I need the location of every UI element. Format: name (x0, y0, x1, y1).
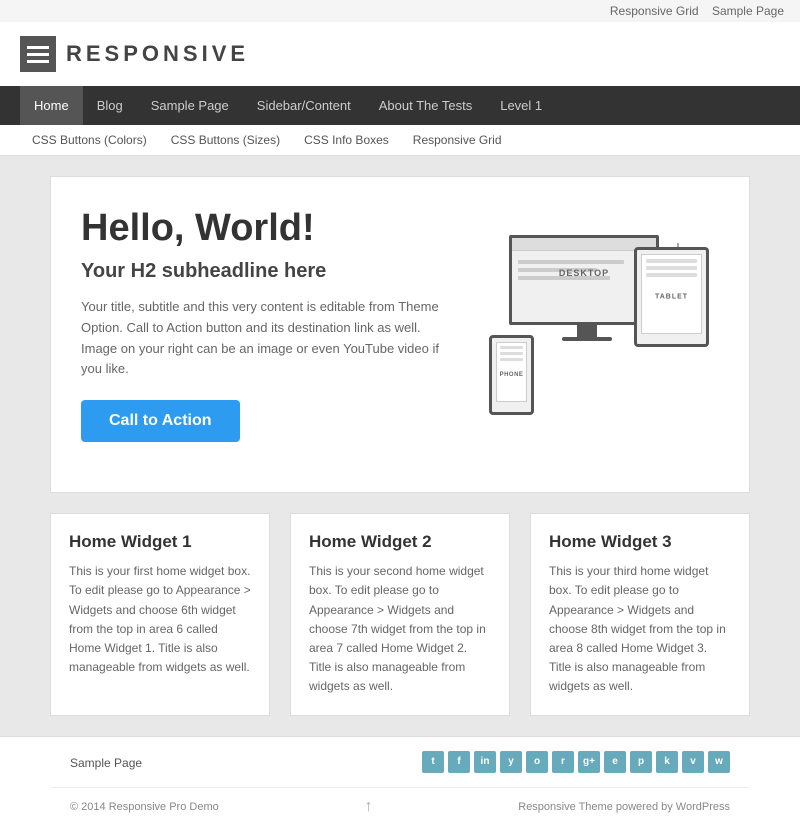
widget-1: Home Widget 1 This is your first home wi… (50, 513, 270, 715)
hero-headline: Hello, World! (81, 207, 459, 250)
widget-2-body: This is your second home widget box. To … (309, 562, 491, 696)
nav-item-home[interactable]: Home (20, 86, 83, 125)
widget-1-title: Home Widget 1 (69, 532, 251, 552)
site-logo: RESPONSIVE (20, 36, 249, 72)
main-content: Hello, World! Your H2 subheadline here Y… (50, 176, 750, 493)
nav-item-level1[interactable]: Level 1 (486, 86, 556, 125)
footer-bottom: © 2014 Responsive Pro Demo ↑ Responsive … (50, 787, 750, 826)
footer-top: Sample Page t f in y o r g+ e p k v w (50, 737, 750, 787)
social-icon-circle[interactable]: o (526, 751, 548, 773)
social-icon-twitter[interactable]: t (422, 751, 444, 773)
tablet-line-1 (646, 259, 697, 263)
logo-text: RESPONSIVE (66, 41, 249, 67)
social-icon-flickr[interactable]: k (656, 751, 678, 773)
sub-nav: CSS Buttons (Colors) CSS Buttons (Sizes)… (0, 125, 800, 156)
widgets-section: Home Widget 1 This is your first home wi… (50, 513, 750, 715)
phone-line-2 (500, 352, 523, 355)
phone-line-1 (500, 346, 523, 349)
hero-image: DESKTOP (479, 207, 719, 442)
hero-section: Hello, World! Your H2 subheadline here Y… (81, 207, 719, 462)
social-icon-vimeo[interactable]: v (682, 751, 704, 773)
tablet-line-3 (646, 273, 697, 277)
scroll-top-button[interactable]: ↑ (365, 798, 373, 816)
phone-line-3 (500, 358, 523, 361)
device-phone: PHONE (489, 335, 534, 415)
logo-icon (20, 36, 56, 72)
widget-3: Home Widget 3 This is your third home wi… (530, 513, 750, 715)
top-bar: Responsive Grid Sample Page (0, 0, 800, 22)
hero-text: Hello, World! Your H2 subheadline here Y… (81, 207, 459, 442)
footer-nav-sample-page[interactable]: Sample Page (70, 756, 142, 770)
monitor-base (562, 337, 612, 341)
widget-3-title: Home Widget 3 (549, 532, 731, 552)
footer-nav: Sample Page (70, 754, 142, 770)
logo-bar-2 (27, 53, 49, 56)
hero-subheadline: Your H2 subheadline here (81, 260, 459, 283)
social-icon-extra[interactable]: w (708, 751, 730, 773)
nav-item-blog[interactable]: Blog (83, 86, 137, 125)
logo-bar-1 (27, 46, 49, 49)
logo-bar-3 (27, 60, 49, 63)
phone-label: PHONE (500, 372, 524, 378)
footer-copyright: © 2014 Responsive Pro Demo (70, 801, 219, 813)
social-icon-email[interactable]: e (604, 751, 626, 773)
social-icon-gplus[interactable]: g+ (578, 751, 600, 773)
nav-item-about[interactable]: About The Tests (365, 86, 486, 125)
social-icon-pinterest[interactable]: p (630, 751, 652, 773)
social-icon-youtube[interactable]: y (500, 751, 522, 773)
topbar-link-grid[interactable]: Responsive Grid (610, 4, 699, 18)
device-illustration: DESKTOP (489, 235, 709, 415)
tablet-line-2 (646, 266, 697, 270)
subnav-item-css-buttons-colors[interactable]: CSS Buttons (Colors) (20, 125, 159, 155)
device-tablet: TABLET (634, 247, 709, 347)
social-icons: t f in y o r g+ e p k v w (422, 751, 730, 773)
subnav-item-css-info-boxes[interactable]: CSS Info Boxes (292, 125, 401, 155)
footer-credits: Responsive Theme powered by WordPress (518, 801, 730, 813)
nav-item-sidebar[interactable]: Sidebar/Content (243, 86, 365, 125)
social-icon-facebook[interactable]: f (448, 751, 470, 773)
site-header: RESPONSIVE (0, 22, 800, 86)
main-nav: Home Blog Sample Page Sidebar/Content Ab… (0, 86, 800, 125)
social-icon-linkedin[interactable]: in (474, 751, 496, 773)
widget-1-body: This is your first home widget box. To e… (69, 562, 251, 677)
subnav-item-css-buttons-sizes[interactable]: CSS Buttons (Sizes) (159, 125, 292, 155)
cta-button[interactable]: Call to Action (81, 400, 240, 442)
hero-body: Your title, subtitle and this very conte… (81, 297, 459, 380)
monitor-stand (577, 325, 597, 337)
site-footer: Sample Page t f in y o r g+ e p k v w © … (0, 736, 800, 826)
desktop-label: DESKTOP (559, 268, 609, 278)
widget-3-body: This is your third home widget box. To e… (549, 562, 731, 696)
widget-2-title: Home Widget 2 (309, 532, 491, 552)
social-icon-rss[interactable]: r (552, 751, 574, 773)
nav-item-sample[interactable]: Sample Page (137, 86, 243, 125)
tablet-label: TABLET (655, 293, 688, 300)
monitor-line-1 (518, 260, 624, 264)
topbar-link-sample[interactable]: Sample Page (712, 4, 784, 18)
widget-2: Home Widget 2 This is your second home w… (290, 513, 510, 715)
subnav-item-responsive-grid[interactable]: Responsive Grid (401, 125, 514, 155)
